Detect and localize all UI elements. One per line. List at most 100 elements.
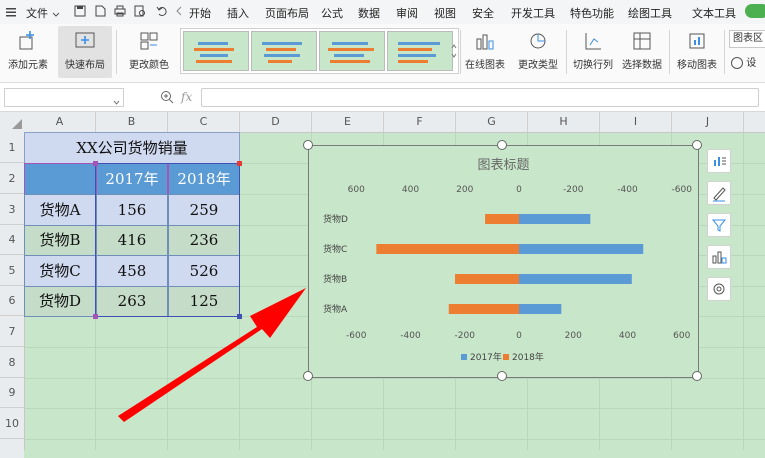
table-cell-value[interactable]: 416 [96,225,168,256]
name-box[interactable] [4,88,124,107]
column-header-h[interactable]: H [528,112,600,132]
chart-style-option[interactable] [319,31,385,71]
add-element-button[interactable]: 添加元素 [4,26,52,78]
tab-insert[interactable]: 插入 [227,5,249,21]
undo-icon[interactable] [156,5,168,20]
range-handle[interactable] [237,314,242,319]
chevron-down-icon[interactable] [52,8,60,21]
chart-style-option[interactable] [387,31,453,71]
formula-input[interactable] [201,88,759,107]
change-type-button[interactable]: 更改类型 [516,26,560,78]
row-header-6[interactable]: 6 [0,286,24,316]
resize-handle-sw[interactable] [303,371,313,381]
move-chart-button[interactable]: 移动图表 [675,26,719,78]
table-cell-value[interactable]: 156 [96,194,168,226]
row-header-2[interactable]: 2 [0,163,24,194]
row-header-7[interactable]: 7 [0,316,24,347]
table-cell-value[interactable]: 259 [168,194,240,226]
column-header-b[interactable]: B [96,112,168,132]
table-header-2018[interactable]: 2018年 [168,163,240,195]
range-handle[interactable] [93,161,98,166]
chevron-down-icon[interactable] [113,95,120,108]
table-cell-value[interactable]: 125 [168,286,240,317]
save-icon[interactable] [74,5,86,20]
online-chart-button[interactable]: 在线图表 [463,26,507,78]
row-header-10[interactable]: 10 [0,408,24,439]
row-header-9[interactable]: 9 [0,378,24,408]
zoom-icon[interactable] [160,90,174,107]
chart-style-option[interactable] [183,31,249,71]
range-handle[interactable] [237,161,242,166]
table-cell-value[interactable]: 526 [168,255,240,287]
column-header-d[interactable]: D [240,112,312,132]
table-row-name[interactable]: 货物D [24,286,96,317]
column-header-e[interactable]: E [312,112,384,132]
row-header-3[interactable]: 3 [0,194,24,225]
chart-area-dropdown[interactable]: 图表区 [729,30,765,48]
spreadsheet-grid[interactable]: A B C D E F G H I J 1 2 3 4 5 6 7 8 9 10… [0,112,765,458]
table-header-2017[interactable]: 2017年 [96,163,168,195]
table-header-blank[interactable] [24,163,96,195]
back-chevron-icon[interactable] [176,6,182,19]
hamburger-icon[interactable] [6,7,16,17]
tab-security[interactable]: 安全 [472,5,494,21]
table-cell-value[interactable]: 458 [96,255,168,287]
table-row-name[interactable]: 货物C [24,255,96,287]
chart-object[interactable]: 图表标题 600 400 200 0 -200 -400 -600 -600 -400 -200 0… [308,145,699,378]
tab-text-tools[interactable]: 文本工具 [692,5,736,21]
table-row-name[interactable]: 货物A [24,194,96,226]
tab-drawing-tools[interactable]: 绘图工具 [628,5,672,21]
change-color-button[interactable]: 更改颜色 [122,26,176,78]
tab-developer[interactable]: 开发工具 [511,5,555,21]
row-header-5[interactable]: 5 [0,255,24,286]
chart-style-button[interactable] [707,181,731,205]
chart-filter-button[interactable] [707,213,731,237]
select-data-button[interactable]: 选择数据 [620,26,664,78]
online-chart-side-button[interactable] [707,245,731,269]
chart-settings-button[interactable] [707,277,731,301]
tab-start[interactable]: 开始 [189,5,211,21]
tab-review[interactable]: 审阅 [396,5,418,21]
row-header-1[interactable]: 1 [0,132,24,163]
file-menu[interactable]: 文件 [26,5,48,21]
settings-format-button[interactable]: 设 [731,54,756,69]
table-title-cell[interactable]: XX公司货物销量 [24,132,240,164]
gallery-scroll-icon[interactable] [451,43,457,59]
table-cell-value[interactable]: 263 [96,286,168,317]
resize-handle-s[interactable] [497,371,507,381]
switch-row-col-button[interactable]: 切换行列 [571,26,615,78]
resize-handle-n[interactable] [497,140,507,150]
tab-data[interactable]: 数据 [358,5,380,21]
export-icon[interactable] [94,5,106,20]
resize-handle-ne[interactable] [692,140,702,150]
row-header-4[interactable]: 4 [0,225,24,255]
table-row-name[interactable]: 货物B [24,225,96,256]
x-bottom-tick-label: -400 [400,331,421,341]
print-icon[interactable] [114,5,126,20]
column-header-f[interactable]: F [384,112,456,132]
quick-layout-button[interactable]: 快速布局 [58,26,112,78]
chart-elements-button[interactable] [707,149,731,173]
row-header-8[interactable]: 8 [0,347,24,378]
column-header-a[interactable]: A [24,112,96,132]
column-header-c[interactable]: C [168,112,240,132]
column-header-j[interactable]: J [672,112,744,132]
toggle-switch[interactable] [745,4,765,18]
resize-handle-nw[interactable] [303,140,313,150]
tab-formula[interactable]: 公式 [321,5,343,21]
tab-view[interactable]: 视图 [434,5,456,21]
formula-bar: fx [0,83,765,112]
print-preview-icon[interactable] [134,5,146,20]
menu-bar: 文件 开始 插入 页面布局 公式 数据 审阅 视图 安全 开发工具 特色功能 绘… [0,0,765,25]
select-all-corner[interactable] [12,119,22,132]
resize-handle-se[interactable] [692,371,702,381]
chart-style-option[interactable] [251,31,317,71]
range-handle[interactable] [93,314,98,319]
tab-special[interactable]: 特色功能 [570,5,614,21]
tab-page-layout[interactable]: 页面布局 [265,5,309,21]
table-cell-value[interactable]: 236 [168,225,240,256]
column-header-g[interactable]: G [456,112,528,132]
fx-label[interactable]: fx [181,90,192,104]
column-header-i[interactable]: I [600,112,672,132]
bar-2017 [519,304,562,314]
